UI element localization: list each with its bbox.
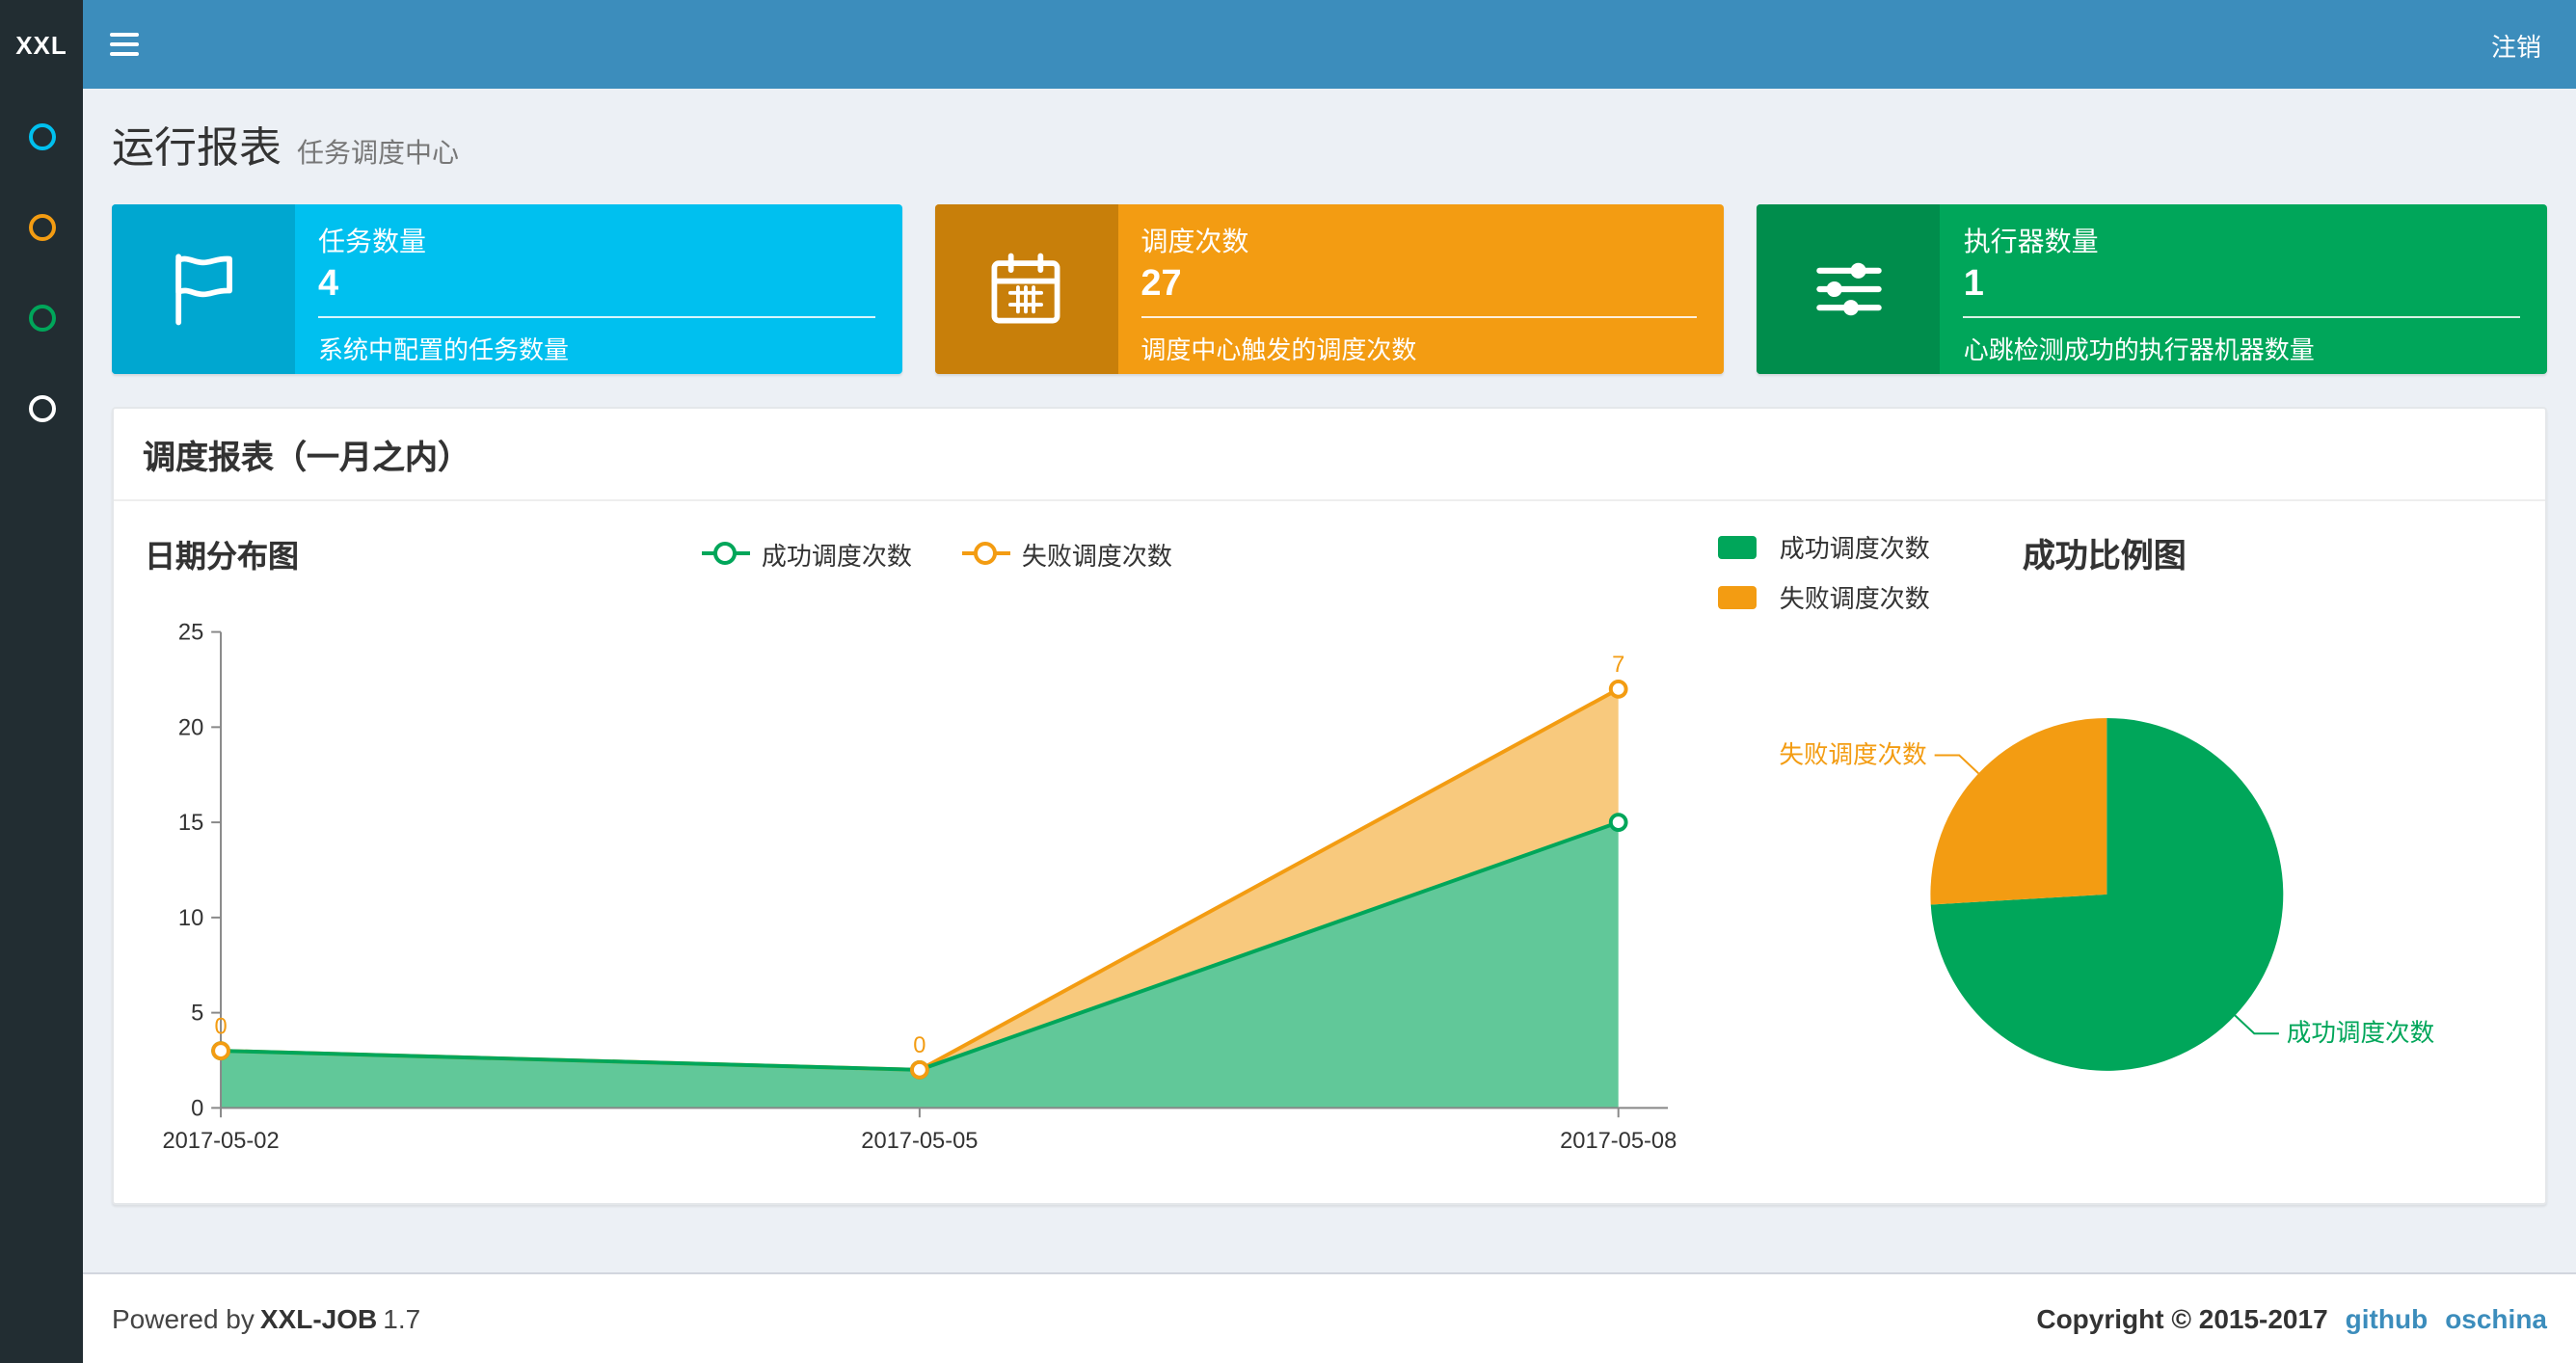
- legend-item[interactable]: 成功调度次数: [1717, 528, 1930, 565]
- pie-chart-title: 成功比例图: [2022, 538, 2187, 575]
- content-area: 运行报表 任务调度中心 任务数量 4 系统中配置的任务数量 调度次数 27 调度…: [83, 89, 2576, 1272]
- svg-text:2017-05-05: 2017-05-05: [861, 1129, 978, 1154]
- legend-item[interactable]: 成功调度次数: [701, 535, 912, 572]
- footer-copyright: Copyright © 2015-2017: [2036, 1303, 2328, 1334]
- footer-link-oschina[interactable]: oschina: [2445, 1303, 2547, 1334]
- calendar-icon: [934, 204, 1118, 374]
- pie-chart-header: 成功调度次数 失败调度次数 成功比例图: [1717, 528, 2514, 615]
- menu-dot-jobs[interactable]: [28, 214, 55, 241]
- svg-text:5: 5: [191, 1002, 203, 1027]
- page-header: 运行报表 任务调度中心: [112, 89, 2547, 175]
- svg-text:10: 10: [178, 906, 203, 931]
- svg-text:0: 0: [913, 1033, 926, 1058]
- info-box-description: 心跳检测成功的执行器机器数量: [1963, 335, 2315, 364]
- svg-text:失败调度次数: 失败调度次数: [1779, 741, 1926, 768]
- info-box-content: 任务数量 4 系统中配置的任务数量: [295, 204, 901, 374]
- menu-dot-executors[interactable]: [28, 305, 55, 332]
- navbar-spacer: [164, 0, 2456, 89]
- footer-powered-prefix: Powered by: [112, 1303, 255, 1334]
- line-chart-legend: 成功调度次数 失败调度次数: [299, 535, 1575, 572]
- line-chart-header: 日期分布图 成功调度次数 失败调度次数: [145, 528, 1691, 578]
- info-box-value: 1: [1963, 264, 1984, 305]
- footer-copyright-row: Copyright © 2015-2017 github oschina: [2036, 1303, 2547, 1334]
- svg-text:0: 0: [191, 1096, 203, 1121]
- info-box-value: 4: [318, 264, 339, 305]
- info-box-description: 系统中配置的任务数量: [318, 335, 570, 364]
- app-root: XXL 注销 运行报表 任务调度中心 任务数量 4 系统中配置的任务数量 调度次…: [0, 0, 2576, 1363]
- info-box-value: 27: [1140, 264, 1182, 305]
- pie-chart: 成功调度次数 失败调度次数: [1779, 717, 2434, 1071]
- app-logo[interactable]: XXL: [0, 0, 83, 89]
- info-box-divider: [1963, 316, 2521, 318]
- svg-text:15: 15: [178, 811, 203, 836]
- report-panel-body: 日期分布图 成功调度次数 失败调度次数 0 5 10 15 20 25 2017-05-02 2…: [114, 501, 2545, 1204]
- info-box-description: 调度中心触发的调度次数: [1140, 335, 1417, 364]
- menu-dot-help[interactable]: [28, 395, 55, 422]
- date-distribution-section: 日期分布图 成功调度次数 失败调度次数 0 5 10 15 20 25 2017-05-02 2…: [145, 528, 1691, 1173]
- sidebar-toggle-button[interactable]: [83, 0, 164, 89]
- success-ratio-section: 成功调度次数 失败调度次数 成功比例图 成功调度次数 失败调度次数: [1691, 528, 2514, 1173]
- footer-link-github[interactable]: github: [2346, 1303, 2428, 1334]
- svg-text:7: 7: [1612, 653, 1624, 678]
- line-chart-title: 日期分布图: [145, 542, 300, 575]
- page-footer: Powered by XXL-JOB 1.7 Copyright © 2015-20…: [83, 1272, 2576, 1363]
- info-box-title: 调度次数: [1140, 226, 1249, 256]
- report-panel: 调度报表（一月之内） 日期分布图 成功调度次数 失败调度次数 0 5 10 15 20 25…: [112, 407, 2547, 1206]
- body-row: 运行报表 任务调度中心 任务数量 4 系统中配置的任务数量 调度次数 27 调度…: [0, 89, 2576, 1363]
- footer-product: XXL-JOB: [259, 1303, 378, 1334]
- menu-dot-report[interactable]: [28, 123, 55, 150]
- footer-powered: Powered by XXL-JOB 1.7: [112, 1303, 420, 1334]
- svg-text:成功调度次数: 成功调度次数: [2287, 1020, 2434, 1047]
- svg-text:2017-05-02: 2017-05-02: [162, 1129, 279, 1154]
- pie-chart-legend: 成功调度次数 失败调度次数: [1717, 528, 1930, 615]
- footer-version: 1.7: [383, 1303, 421, 1334]
- info-box-divider: [318, 316, 875, 318]
- info-box-title: 任务数量: [318, 226, 426, 256]
- info-box-triggers[interactable]: 调度次数 27 调度中心触发的调度次数: [934, 204, 1725, 374]
- page-title: 运行报表: [112, 123, 282, 172]
- info-box-content: 执行器数量 1 心跳检测成功的执行器机器数量: [1941, 204, 2547, 374]
- hamburger-icon: [109, 33, 138, 56]
- legend-item[interactable]: 失败调度次数: [1717, 578, 1930, 615]
- sidebar-menu: [0, 89, 83, 1363]
- report-panel-title: 调度报表（一月之内）: [114, 409, 2545, 501]
- line-chart: 05101520252017-05-02 2017-05-05 2017-05-08…: [162, 621, 1677, 1154]
- main-column: 运行报表 任务调度中心 任务数量 4 系统中配置的任务数量 调度次数 27 调度…: [83, 89, 2576, 1363]
- page-subtitle: 任务调度中心: [297, 137, 460, 168]
- sliders-icon: [1757, 204, 1941, 374]
- info-box-executors[interactable]: 执行器数量 1 心跳检测成功的执行器机器数量: [1757, 204, 2548, 374]
- info-box-content: 调度次数 27 调度中心触发的调度次数: [1117, 204, 1724, 374]
- svg-text:0: 0: [214, 1014, 227, 1039]
- svg-text:25: 25: [178, 621, 203, 646]
- footer-links: github oschina: [2328, 1303, 2547, 1334]
- svg-text:2017-05-08: 2017-05-08: [1560, 1129, 1677, 1154]
- flag-icon: [112, 204, 295, 374]
- legend-item[interactable]: 失败调度次数: [961, 535, 1172, 572]
- info-box-row: 任务数量 4 系统中配置的任务数量 调度次数 27 调度中心触发的调度次数 执行…: [112, 204, 2548, 374]
- svg-text:20: 20: [178, 715, 203, 740]
- info-box-divider: [1140, 316, 1698, 318]
- info-box-title: 执行器数量: [1963, 226, 2099, 256]
- logout-link[interactable]: 注销: [2456, 0, 2576, 89]
- top-navbar: XXL 注销: [0, 0, 2576, 89]
- info-box-jobs[interactable]: 任务数量 4 系统中配置的任务数量: [112, 204, 902, 374]
